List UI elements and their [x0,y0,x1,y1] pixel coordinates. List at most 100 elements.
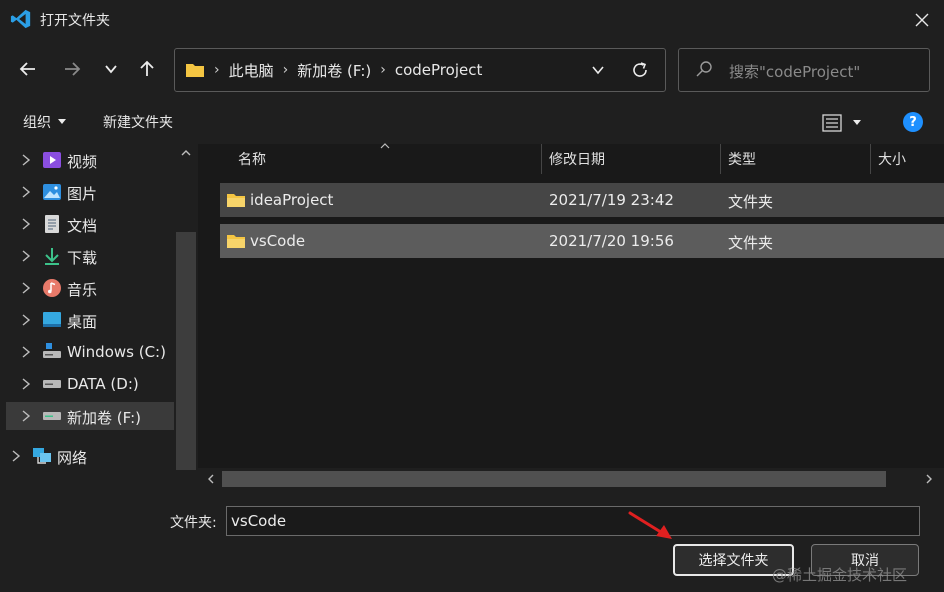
chevron-right-icon [22,218,31,230]
sort-ascending-icon [380,143,390,149]
sidebar-item-pictures[interactable]: 图片 [6,178,174,206]
sidebar-item-label: 视频 [67,153,98,171]
column-header-modified[interactable]: 修改日期 [549,144,605,174]
sidebar-item-label: DATA (D:) [67,375,139,393]
address-bar[interactable]: › 此电脑 › 新加卷 (F:) › codeProject [174,48,666,92]
breadcrumb-drive-f[interactable]: 新加卷 (F:) [297,60,371,81]
command-toolbar: 组织 新建文件夹 ? [0,100,944,144]
sidebar-item-drive-d[interactable]: DATA (D:) [6,370,174,398]
vscode-icon [10,9,31,29]
horizontal-scrollbar[interactable] [198,468,944,490]
organize-button[interactable]: 组织 [23,112,67,132]
sidebar-scrollbar[interactable] [176,144,196,474]
drive-icon [43,380,61,388]
file-name: ideaProject [250,191,334,209]
sidebar-item-downloads[interactable]: 下载 [6,242,174,270]
breadcrumb-this-pc[interactable]: 此电脑 [229,60,274,81]
view-options-button[interactable] [822,110,870,136]
column-divider[interactable] [720,144,721,174]
arrow-left-icon [19,62,35,76]
document-icon [45,215,59,233]
folder-icon [227,194,245,207]
organize-label: 组织 [23,115,51,131]
column-divider[interactable] [870,144,871,174]
sidebar-item-music[interactable]: 音乐 [6,274,174,302]
sidebar-item-label: 音乐 [67,281,98,299]
chevron-right-icon [22,346,31,358]
chevron-right-icon [22,378,31,390]
new-folder-button[interactable]: 新建文件夹 [103,112,173,132]
sidebar-item-desktop[interactable]: 桌面 [6,306,174,334]
sidebar-scrollbar-thumb[interactable] [176,232,196,470]
file-modified: 2021/7/20 19:56 [549,232,674,250]
search-box[interactable]: 搜索"codeProject" [678,48,930,92]
folder-icon [227,235,245,248]
close-icon [915,13,929,27]
scroll-left-icon [208,474,214,484]
navigation-pane: 视频 图片 文档 下载 音乐 桌面 Windows (C:) DATA (D:) [0,144,196,490]
music-icon [43,279,61,297]
video-icon [43,152,61,168]
column-divider[interactable] [541,144,542,174]
file-modified: 2021/7/19 23:42 [549,191,674,209]
sidebar-item-documents[interactable]: 文档 [6,210,174,238]
column-header-name[interactable]: 名称 [238,144,266,174]
download-icon [45,248,59,265]
chevron-down-icon [592,66,604,75]
breadcrumb-separator: › [214,62,220,78]
file-type: 文件夹 [728,193,774,211]
watermark: @稀土掘金技术社区 [772,566,908,584]
up-button[interactable] [132,54,162,84]
address-dropdown-button[interactable] [585,57,611,83]
list-view-icon [822,114,842,132]
sidebar-item-videos[interactable]: 视频 [6,146,174,174]
arrow-up-icon [140,60,154,76]
breadcrumb-separator: › [380,62,386,78]
file-type: 文件夹 [728,234,774,252]
back-button[interactable] [13,54,43,84]
network-icon [33,448,51,464]
breadcrumb-codeproject[interactable]: codeProject [395,61,483,79]
sidebar-item-label: 桌面 [67,313,98,331]
chevron-right-icon [22,410,31,422]
chevron-right-icon [22,314,31,326]
chevron-right-icon [12,450,21,462]
dialog-footer: 文件夹: 选择文件夹 取消 @稀土掘金技术社区 [0,490,944,592]
sidebar-item-label: Windows (C:) [67,343,166,361]
breadcrumb-separator: › [282,62,289,78]
folder-field-label: 文件夹: [170,515,217,531]
table-row[interactable]: vsCode 2021/7/20 19:56 文件夹 [220,224,944,258]
picture-icon [43,184,61,200]
sidebar-item-label: 文档 [67,217,98,235]
recent-locations-button[interactable] [96,54,126,84]
horizontal-scrollbar-thumb[interactable] [222,471,886,487]
sidebar-item-label: 新加卷 (F:) [67,409,141,427]
forward-button[interactable] [57,54,87,84]
caret-down-icon [58,119,66,124]
help-button[interactable]: ? [903,112,923,132]
close-button[interactable] [908,6,936,34]
breadcrumb: › 此电脑 › 新加卷 (F:) › codeProject [185,49,482,91]
folder-icon [186,64,204,77]
chevron-right-icon [22,282,31,294]
search-input[interactable]: 搜索"codeProject" [729,61,860,82]
sidebar-item-drive-c[interactable]: Windows (C:) [6,338,174,366]
chevron-down-icon [105,65,117,74]
sidebar-item-label: 下载 [67,249,98,267]
folder-name-input[interactable] [226,506,920,536]
refresh-button[interactable] [627,57,653,83]
table-row[interactable]: ideaProject 2021/7/19 23:42 文件夹 [220,183,944,217]
arrow-right-icon [65,62,81,76]
sidebar-item-drive-f[interactable]: 新加卷 (F:) [6,402,174,430]
annotation-arrow [628,511,672,539]
scroll-up-icon [181,150,191,156]
file-list: 名称 修改日期 类型 大小 ideaProject 2021/7/19 23:4… [198,143,944,490]
column-header-size[interactable]: 大小 [878,144,906,174]
desktop-icon [43,312,61,327]
column-header-type[interactable]: 类型 [728,144,756,174]
sidebar-item-network[interactable]: 网络 [0,442,164,470]
chevron-right-icon [22,250,31,262]
sidebar-item-label: 网络 [57,449,88,467]
scroll-right-icon [926,474,932,484]
refresh-icon [633,62,647,77]
